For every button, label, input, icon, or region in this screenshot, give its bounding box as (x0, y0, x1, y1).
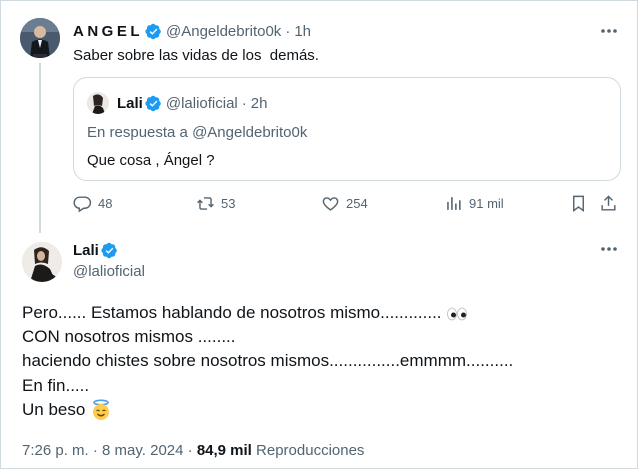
verified-icon (101, 242, 117, 259)
reply-tweet-time[interactable]: 1h (294, 23, 311, 40)
reply-tweet-header: ANGEL @Angeldebrito0k · 1h (73, 23, 311, 40)
quoted-tweet-time[interactable]: 2h (251, 95, 268, 112)
tweet-line-text: En fin..... (22, 375, 90, 395)
retweet-icon (197, 197, 214, 210)
tweet-timestamp[interactable]: 7:26 p. m. · 8 may. 2024 · (22, 442, 197, 459)
bookmark-button[interactable] (569, 194, 594, 213)
tweet-line: En fin..... (22, 374, 622, 398)
reply-button[interactable]: 48 (73, 194, 112, 213)
views-label: Reproducciones (251, 442, 365, 459)
main-tweet-text: Pero...... Estamos hablando de nosotros … (22, 301, 622, 422)
views-total: 84,9 mil (196, 442, 252, 459)
separator-dot: · (285, 23, 291, 40)
tweet-line-text: CON nosotros mismos ........ (22, 327, 236, 347)
quoted-tweet-text: Que cosa , Ángel ? (87, 152, 215, 169)
tweet-action-bar: 48 53 254 91 mil (1, 194, 638, 216)
angel-avatar[interactable] (20, 18, 60, 58)
retweet-count: 53 (221, 196, 236, 211)
tweet-metadata-footer: 7:26 p. m. · 8 may. 2024 · 84,9 mil Repr… (22, 442, 364, 459)
more-icon[interactable] (599, 26, 619, 36)
bookmark-icon (573, 195, 584, 213)
quoted-tweet-header: Lali @lalioficial · 2h (117, 95, 267, 112)
quoted-display-name[interactable]: Lali (117, 95, 143, 112)
views-button[interactable]: 91 mil (444, 194, 504, 213)
angel-display-name[interactable]: ANGEL (73, 23, 143, 40)
tweet-line-text: Un beso (22, 399, 86, 419)
tweet-line: Un beso (22, 398, 622, 422)
reply-tweet-text: Saber sobre las vidas de los demás. (73, 47, 319, 64)
views-icon (447, 197, 461, 210)
share-icon (601, 195, 616, 211)
like-icon (322, 197, 339, 211)
eyes-emoji-icon (447, 307, 468, 320)
like-count: 254 (346, 196, 368, 211)
lali-avatar[interactable] (22, 242, 62, 282)
tweet-line: haciendo chistes sobre nosotros mismos..… (22, 349, 622, 373)
tweet-card: ANGEL @Angeldebrito0k · 1h Saber sobre l… (0, 0, 638, 469)
main-display-name[interactable]: Lali (73, 242, 99, 259)
separator-dot: · (241, 95, 247, 112)
more-icon[interactable] (599, 244, 619, 254)
share-button[interactable] (599, 194, 624, 213)
like-button[interactable]: 254 (321, 194, 368, 213)
lali-quoted-avatar (87, 92, 109, 114)
quoted-handle[interactable]: @lalioficial (166, 95, 238, 112)
smiling-face-with-halo-icon (93, 399, 110, 421)
tweet-line: Pero...... Estamos hablando de nosotros … (22, 301, 622, 325)
tweet-line-text: haciendo chistes sobre nosotros mismos..… (22, 351, 514, 371)
verified-icon (145, 95, 161, 112)
reply-icon (73, 196, 92, 213)
views-count: 91 mil (469, 196, 504, 211)
retweet-button[interactable]: 53 (196, 194, 235, 213)
main-tweet-author: Lali (73, 242, 122, 259)
tweet-line: CON nosotros mismos ........ (22, 325, 622, 349)
reply-count: 48 (98, 196, 113, 211)
angel-handle[interactable]: @Angeldebrito0k (166, 23, 281, 40)
verified-icon (145, 23, 161, 40)
main-handle[interactable]: @lalioficial (73, 263, 145, 280)
quoted-reply-context: En respuesta a @Angeldebrito0k (87, 124, 308, 141)
tweet-line-text: Pero...... Estamos hablando de nosotros … (22, 303, 442, 322)
